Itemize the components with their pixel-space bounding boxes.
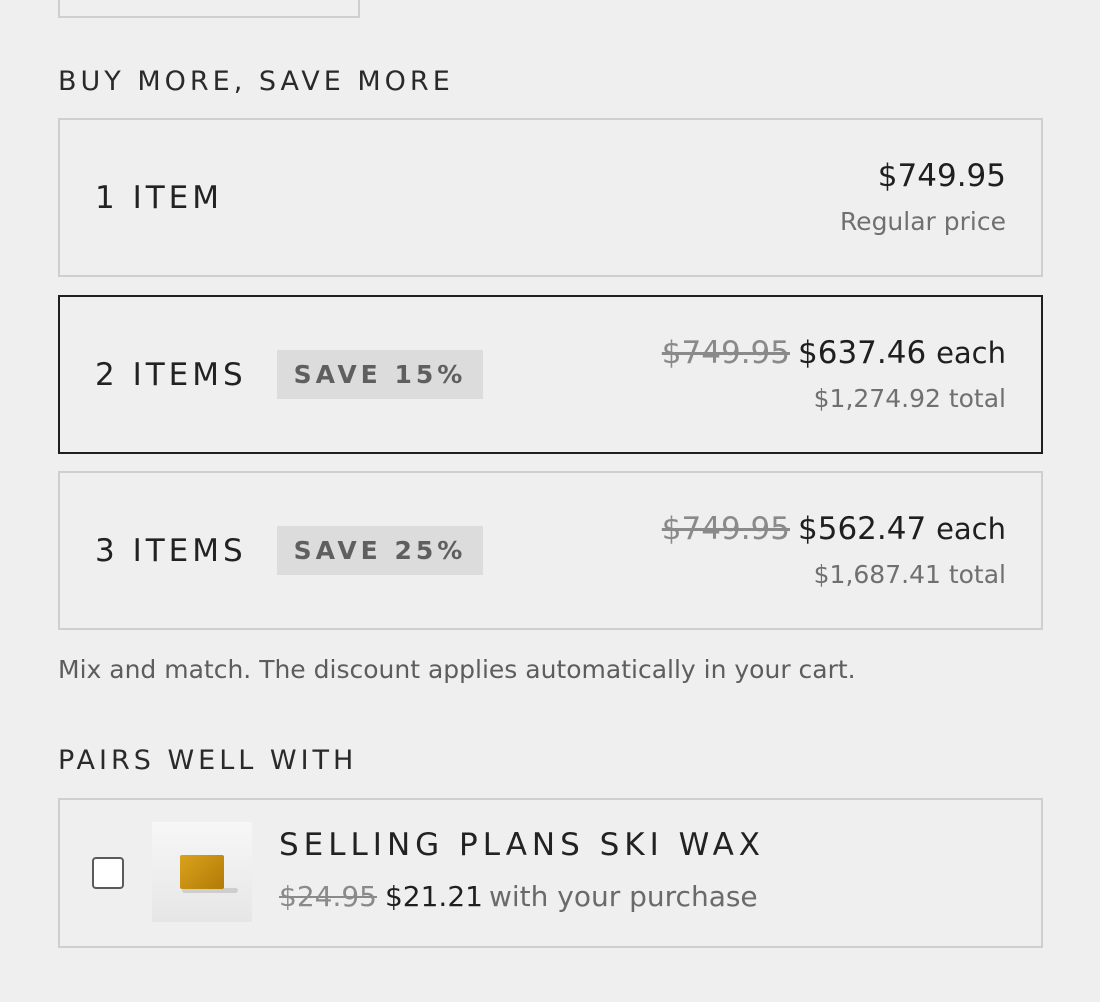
tier-pricing: $749.95 $637.46 each $1,274.92 total: [662, 297, 1006, 452]
bundle-option-1-item[interactable]: 1 ITEM $749.95 Regular price: [58, 118, 1043, 277]
product-compare-price: $24.95: [279, 880, 377, 913]
tier-price: $637.46: [798, 334, 927, 371]
tier-pricing: $749.95 Regular price: [840, 120, 1006, 275]
tier-price-line: $749.95 $637.46 each: [662, 335, 1006, 372]
pairs-heading: PAIRS WELL WITH: [58, 745, 358, 776]
bundle-option-2-items[interactable]: 2 ITEMS SAVE 15% $749.95 $637.46 each $1,…: [58, 295, 1043, 454]
bundles-heading: BUY MORE, SAVE MORE: [58, 66, 454, 97]
tier-label: 3 ITEMS: [95, 532, 247, 569]
compare-at-price: $749.95: [661, 334, 790, 371]
product-options-page: BUY MORE, SAVE MORE 1 ITEM $749.95 Regul…: [0, 0, 1100, 1002]
product-price-line: $24.95 $21.21 with your purchase: [279, 880, 758, 913]
product-price: $21.21: [384, 880, 483, 913]
save-badge: SAVE 25%: [276, 526, 484, 575]
pairs-product-card: SELLING PLANS SKI WAX $24.95 $21.21 with y…: [58, 798, 1043, 948]
tier-price-line: $749.95 $562.47 each: [662, 511, 1006, 548]
tier-label: 1 ITEM: [95, 179, 223, 216]
bundle-option-3-items[interactable]: 3 ITEMS SAVE 25% $749.95 $562.47 each $1,…: [58, 471, 1043, 630]
tier-total: $1,274.92 total: [813, 384, 1006, 414]
tier-subtext: Regular price: [839, 207, 1006, 237]
save-badge: SAVE 15%: [276, 350, 484, 399]
wax-bar-image: [152, 822, 252, 922]
tier-price: $749.95: [877, 157, 1006, 194]
tier-label: 2 ITEMS: [95, 356, 247, 393]
tier-pricing: $749.95 $562.47 each $1,687.41 total: [662, 473, 1006, 628]
wax-bar: [180, 855, 224, 889]
price-suffix: each: [936, 511, 1006, 546]
add-product-checkbox[interactable]: [92, 857, 124, 889]
previous-field-edge: [58, 0, 360, 18]
product-price-note: with your purchase: [488, 880, 758, 913]
tier-left: 2 ITEMS SAVE 15%: [95, 297, 484, 452]
discount-note: Mix and match. The discount applies auto…: [58, 655, 856, 684]
tier-price-line: $749.95: [878, 158, 1006, 195]
tier-price: $562.47: [798, 510, 927, 547]
tier-left: 1 ITEM: [95, 120, 223, 275]
compare-at-price: $749.95: [661, 510, 790, 547]
tier-left: 3 ITEMS SAVE 25%: [95, 473, 484, 628]
price-suffix: each: [936, 335, 1006, 370]
product-name[interactable]: SELLING PLANS SKI WAX: [279, 830, 765, 861]
tier-total: $1,687.41 total: [813, 560, 1006, 590]
